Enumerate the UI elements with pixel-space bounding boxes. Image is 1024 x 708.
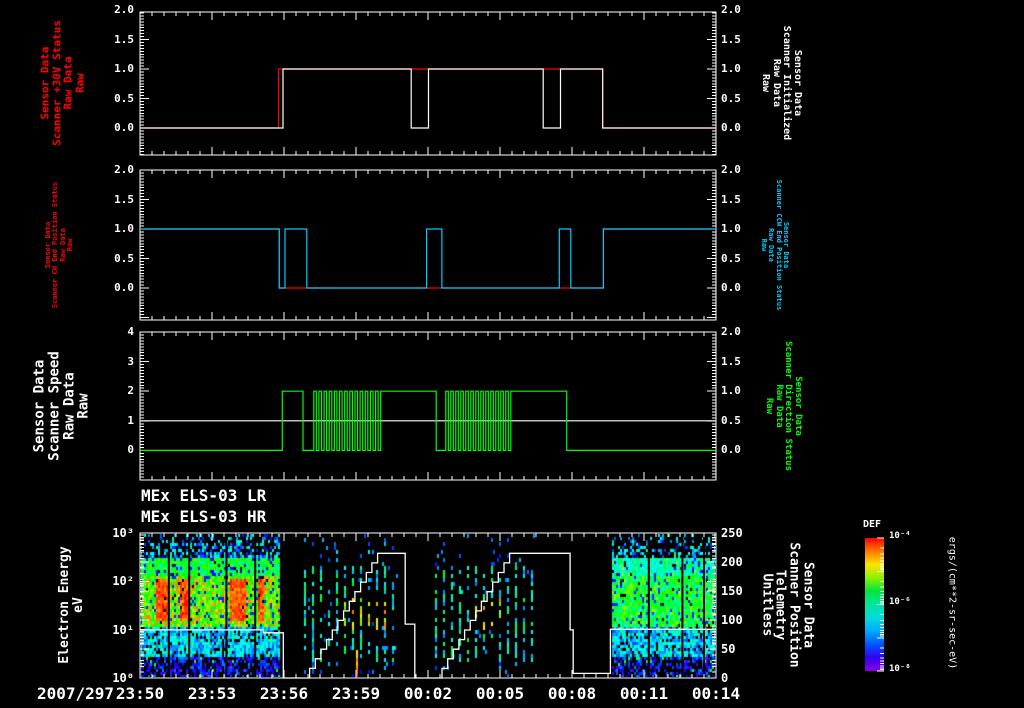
panel3-right-tick-label: 250 [721,526,769,540]
panel1-left-tick-label: 0.5 [92,252,134,265]
time-tick-label: 23:53 [180,684,244,703]
panel2-right-tick-label: 0.0 [721,443,769,456]
axis-label-line: Telemetry [773,542,787,667]
time-tick-label: 00:05 [468,684,532,703]
panel2-left-tick-label: 0 [92,443,134,456]
axis-label-line: Scanner Direction Status [783,341,793,471]
panel3-left-tick-label: 10³ [92,526,134,540]
panel2-right-tick-label: 1.5 [721,355,769,368]
time-tick-label: 23:56 [252,684,316,703]
telemetry-plot-screen: Sensor DataScanner +30V StatusRaw DataRa… [0,0,1024,708]
panel3-right-tick-label: 100 [721,613,769,627]
colorbar-tick-label: 10⁻⁶ [889,597,911,607]
panel2-right-axis-label: Sensor DataScanner Direction StatusRaw D… [764,341,802,471]
panel3-left-tick-label: 10² [92,574,134,588]
time-tick-label: 00:08 [540,684,604,703]
panel2-left-tick-label: 2 [92,384,134,397]
panel3-left-axis-label: Electron EnergyeV [58,546,86,663]
panel1-right-tick-label: 1.5 [721,193,769,206]
panel1-right-tick-label: 0.5 [721,252,769,265]
time-tick-label: 00:11 [612,684,676,703]
panel1-left-tick-label: 1.0 [92,222,134,235]
axis-label-line: Raw [75,20,87,146]
scanner-30v-status-plot [139,11,717,156]
axis-label-line: Sensor Data [793,341,803,471]
time-tick-label: 00:14 [684,684,748,703]
scanner-speed-plot [139,331,717,481]
panel3-left-tick-label: 10¹ [92,623,134,637]
x-axis-date-label: 2007/297 [16,684,114,703]
panel0-left-axis-label: Sensor DataScanner +30V StatusRaw DataRa… [40,20,87,146]
panel3-right-tick-label: 0 [721,671,769,685]
panel0-right-tick-label: 1.5 [721,33,769,46]
colorbar-ticks [865,537,887,673]
panel2-left-tick-label: 1 [92,414,134,427]
panel3-right-tick-label: 150 [721,584,769,598]
colorbar-units-label: ergs/(cm**2-sr-sec-eV) [947,537,958,669]
axis-label-line: Sensor Data [781,180,788,311]
electron-energy-spectrogram-plot [139,532,717,679]
panel2-right-tick-label: 1.0 [721,384,769,397]
panel0-right-tick-label: 1.0 [721,62,769,75]
panel0-left-tick-label: 1.0 [92,62,134,75]
colorbar-title: DEF [863,519,881,530]
spectrogram-title-lr: MEx ELS-03 LR [141,486,266,505]
panel0-right-tick-label: 0.5 [721,92,769,105]
panel1-left-tick-label: 2.0 [92,163,134,176]
panel0-left-tick-label: 0.5 [92,92,134,105]
axis-label-line: Raw [67,182,74,308]
panel0-right-tick-label: 2.0 [721,3,769,16]
colorbar-tick-label: 10⁻⁸ [889,664,911,674]
panel3-right-tick-label: 200 [721,555,769,569]
panel2-left-tick-label: 3 [92,355,134,368]
panel2-left-axis-label: Sensor DataScanner SpeedRaw DataRaw [32,351,91,461]
axis-label-line: Raw [77,351,92,461]
panel0-left-tick-label: 2.0 [92,3,134,16]
panel1-right-tick-label: 1.0 [721,222,769,235]
time-tick-label: 00:02 [396,684,460,703]
axis-label-line: Raw Data [62,351,77,461]
axis-label-line: Electron Energy [58,546,72,663]
panel0-left-tick-label: 1.5 [92,33,134,46]
axis-label-line: Sensor Data [801,542,815,667]
axis-label-line: Sensor Data [792,26,803,140]
panel0-right-tick-label: 0.0 [721,121,769,134]
axis-label-line: Scanner Initialized [781,26,792,140]
axis-label-line: Sensor Data [40,20,52,146]
panel1-right-tick-label: 0.0 [721,281,769,294]
time-tick-label: 23:50 [108,684,172,703]
panel1-right-tick-label: 2.0 [721,163,769,176]
axis-label-line: Raw Data [770,26,781,140]
axis-label-line: Scanner Position [787,542,801,667]
axis-label-line: Scanner Speed [47,351,62,461]
panel3-left-tick-label: 10⁰ [92,671,134,685]
panel1-left-tick-label: 0.0 [92,281,134,294]
panel2-right-tick-label: 0.5 [721,414,769,427]
colorbar-tick-label: 10⁻⁴ [889,531,911,541]
panel2-right-tick-label: 2.0 [721,325,769,338]
time-tick-label: 23:59 [324,684,388,703]
axis-label-line: Sensor Data [32,351,47,461]
panel0-left-tick-label: 0.0 [92,121,134,134]
panel1-left-tick-label: 1.5 [92,193,134,206]
scanner-end-position-plot [139,169,717,321]
panel1-left-axis-label: Sensor DataScanner CW End Position Statu… [45,182,75,308]
spectrogram-title-hr: MEx ELS-03 HR [141,507,266,526]
axis-label-line: Raw Data [773,341,783,471]
axis-label-line: Scanner CCW End Position Status [774,180,781,311]
panel3-right-tick-label: 50 [721,642,769,656]
axis-label-line: eV [72,546,86,663]
panel2-left-tick-label: 4 [92,325,134,338]
